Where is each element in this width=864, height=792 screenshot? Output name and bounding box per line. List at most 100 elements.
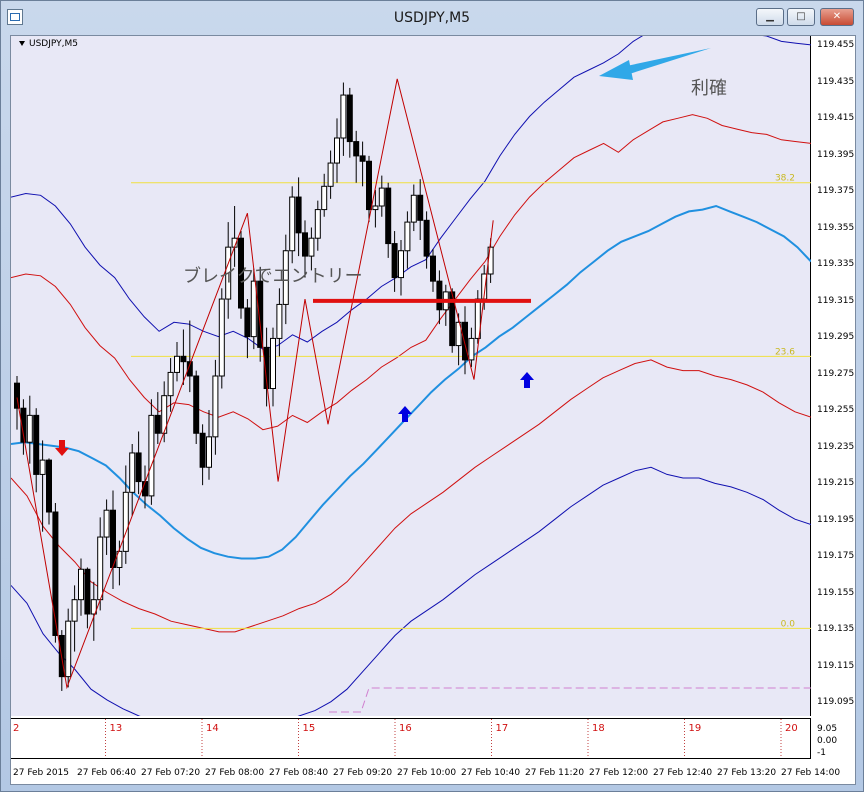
buy-arrow-icon	[520, 372, 534, 388]
time-axis-label: 27 Feb 14:00	[781, 768, 841, 778]
candle-body	[359, 155, 366, 162]
window-title: USDJPY,M5	[393, 10, 471, 26]
sub-axis-label: 9.05	[817, 724, 838, 734]
price-axis-label: 119.215	[817, 478, 855, 488]
price-axis-label: 119.355	[817, 222, 855, 233]
price-axis[interactable]: 119.455 119.435 119.415 119.395 119.375 119.3…	[811, 36, 855, 784]
entry-annotation: ブレイクでエントリー	[183, 266, 363, 287]
sub-day-label: 19	[688, 723, 702, 734]
candle-body	[340, 94, 347, 139]
sub-day-label: 14	[206, 723, 219, 734]
candle-body	[327, 162, 334, 187]
candle-body	[346, 94, 353, 143]
chart-client-area[interactable]: 38.2 23.6 0.0 USDJPY,M5 ブレイクでエントリー 利確 119.…	[10, 35, 856, 785]
time-axis-label: 27 Feb 12:40	[653, 768, 713, 778]
time-axis-label: 27 Feb 13:20	[717, 768, 777, 778]
sub-axis-label: 0.00	[817, 736, 838, 746]
price-axis-label: 119.315	[817, 295, 855, 306]
candle-body	[129, 452, 136, 493]
sell-arrow-icon	[55, 440, 69, 456]
price-axis-label: 119.135	[817, 624, 855, 634]
candle-body	[122, 491, 129, 552]
candle-body	[46, 459, 52, 513]
sub-axis-label: -1	[817, 748, 826, 758]
dashed-indicator-line	[329, 687, 811, 713]
sub-day-label: 17	[495, 723, 509, 734]
minimize-button[interactable]: ▁	[756, 8, 784, 26]
candle-body	[71, 599, 78, 622]
candle-body	[193, 375, 200, 434]
candle-body	[353, 141, 360, 157]
time-axis-label: 27 Feb 06:40	[77, 768, 137, 778]
time-axis-label: 27 Feb 11:20	[525, 768, 585, 778]
candle-body	[103, 509, 110, 538]
candle-body	[385, 187, 392, 245]
candle-body	[487, 246, 494, 275]
candle-body	[430, 255, 436, 282]
price-axis-label: 119.175	[817, 551, 855, 561]
candle-body	[250, 280, 257, 338]
candle-body	[468, 337, 475, 361]
price-axis-label: 119.455	[817, 40, 855, 50]
price-axis-label: 119.115	[817, 660, 855, 671]
candle-body	[289, 196, 296, 252]
time-axis-label: 27 Feb 2015	[13, 768, 70, 778]
fib-level-label: 0.0	[781, 619, 796, 629]
price-axis-label: 119.155	[817, 587, 855, 598]
sub-window[interactable]: 2 13 14 15 16 17 18 19 20	[11, 718, 811, 759]
price-chart[interactable]: 38.2 23.6 0.0 USDJPY,M5 ブレイクでエントリー 利確	[11, 36, 811, 716]
candle-body	[212, 375, 219, 438]
close-button[interactable]: ✕	[820, 8, 854, 26]
bollinger-lower-outer	[11, 466, 811, 716]
sub-day-label: 13	[109, 723, 123, 734]
price-axis-label: 119.415	[817, 113, 855, 123]
fib-level-label: 38.2	[775, 174, 795, 184]
candle-body	[366, 160, 372, 211]
symbol-label-text: USDJPY,M5	[29, 39, 78, 49]
maximize-button[interactable]: □	[787, 8, 815, 26]
candle-body	[174, 355, 180, 373]
price-axis-label: 119.235	[817, 441, 855, 452]
candle-body	[142, 481, 148, 497]
chart-canvas: 38.2 23.6 0.0	[11, 36, 811, 716]
candle-body	[270, 337, 276, 390]
candle-body	[423, 219, 430, 257]
candle-body	[391, 243, 398, 279]
candle-body	[84, 568, 91, 615]
candle-body	[33, 414, 40, 475]
bollinger-lower-inner	[11, 359, 811, 633]
candle-body	[321, 185, 328, 211]
candle-body	[199, 432, 206, 468]
candle-body	[417, 194, 424, 221]
candle-body	[167, 371, 174, 397]
price-axis-label: 119.255	[817, 405, 855, 415]
sub-day-label: 15	[302, 723, 316, 734]
candle-body	[39, 459, 46, 475]
time-axis: 27 Feb 2015 27 Feb 06:40 27 Feb 07:20 27 Fe…	[11, 758, 840, 784]
candle-body	[372, 205, 379, 211]
candle-body	[14, 382, 20, 409]
candle-body	[314, 209, 321, 239]
dropdown-triangle-icon[interactable]	[19, 41, 25, 46]
symbol-label: USDJPY,M5	[19, 39, 78, 49]
candle-body	[244, 307, 251, 338]
candle-body	[110, 509, 116, 568]
candle-body	[334, 137, 340, 164]
candle-body	[135, 452, 142, 483]
bollinger-upper-inner	[11, 114, 811, 431]
time-axis-label: 27 Feb 10:40	[461, 768, 521, 778]
title-bar[interactable]: USDJPY,M5 ▁ □ ✕	[1, 1, 863, 35]
take-profit-annotation: 利確	[691, 78, 727, 99]
candle-body	[276, 303, 283, 339]
chart-window: USDJPY,M5 ▁ □ ✕ 38.2 23.6 0.0 USDJPY,M5 ブレ…	[0, 0, 864, 792]
price-axis-label: 119.295	[817, 332, 855, 342]
candle-body	[378, 187, 385, 207]
candle-body	[26, 414, 33, 443]
sub-day-label: 2	[13, 723, 20, 734]
candle-body	[78, 568, 84, 601]
price-axis-label: 119.435	[817, 76, 855, 87]
candle-body	[180, 355, 187, 363]
buy-arrow-icon	[398, 406, 412, 422]
time-axis-label: 27 Feb 07:20	[141, 768, 201, 778]
time-axis-label: 27 Feb 10:00	[397, 768, 457, 778]
